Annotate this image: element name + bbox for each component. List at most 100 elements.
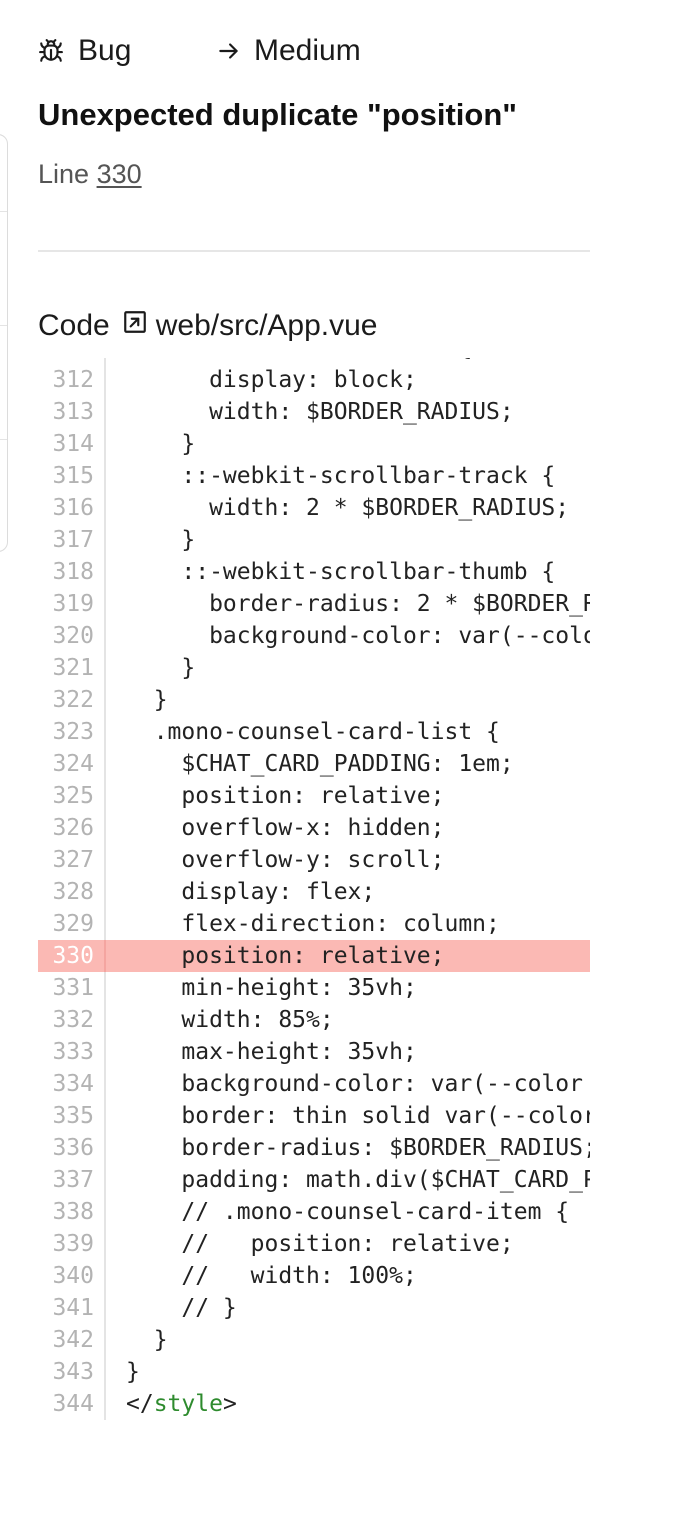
code-text: // .mono-counsel-card-item { (126, 1199, 570, 1225)
bug-icon (38, 38, 78, 64)
line-number: 340 (38, 1260, 106, 1292)
line-number: 322 (38, 684, 106, 716)
code-line: 343} (38, 1356, 590, 1388)
code-lines: 311 ::-webkit-scrollbar {312 display: bl… (38, 358, 590, 1420)
code-header: Code web/src/App.vue (38, 305, 378, 347)
code-line: 313 width: $BORDER_RADIUS; (38, 396, 590, 428)
code-line: 314 } (38, 428, 590, 460)
file-path-link[interactable]: web/src/App.vue (156, 309, 378, 343)
code-text: // } (126, 1295, 237, 1321)
code-line: 325 position: relative; (38, 780, 590, 812)
code-text: .mono-counsel-card-list { (126, 719, 500, 745)
tag-name: style (153, 1391, 223, 1417)
code-line: 329 flex-direction: column; (38, 908, 590, 940)
card-divider (0, 211, 7, 212)
line-number: 327 (38, 844, 106, 876)
line-number: 315 (38, 460, 106, 492)
card-divider (0, 439, 7, 440)
external-link-icon[interactable] (122, 309, 148, 343)
code-text: border-radius: $BORDER_RADIUS; (126, 1135, 590, 1161)
issue-severity-badge: Medium (216, 30, 361, 72)
code-line: 324 $CHAT_CARD_PADDING: 1em; (38, 748, 590, 780)
code-line: 338 // .mono-counsel-card-item { (38, 1196, 590, 1228)
code-text: background-color: var(--color (126, 1071, 583, 1097)
code-text: </style> (126, 1391, 237, 1417)
line-prefix: Line (38, 159, 90, 189)
code-text: min-height: 35vh; (126, 975, 417, 1001)
line-number-link[interactable]: 330 (97, 159, 142, 189)
issue-type-badge: Bug (38, 30, 131, 72)
line-number: 314 (38, 428, 106, 460)
code-text: } (126, 1359, 140, 1385)
line-number: 317 (38, 524, 106, 556)
code-line: 317 } (38, 524, 590, 556)
line-number: 337 (38, 1164, 106, 1196)
line-number: 342 (38, 1324, 106, 1356)
code-text: display: flex; (126, 879, 376, 905)
line-reference: Line 330 (38, 155, 142, 193)
issue-type-label: Bug (78, 34, 132, 67)
code-line: 322 } (38, 684, 590, 716)
line-number: 313 (38, 396, 106, 428)
code-line: 339 // position: relative; (38, 1228, 590, 1260)
line-number: 316 (38, 492, 106, 524)
code-line: 328 display: flex; (38, 876, 590, 908)
code-line: 323 .mono-counsel-card-list { (38, 716, 590, 748)
code-line: 337 padding: math.div($CHAT_CARD_PADDING (38, 1164, 590, 1196)
code-text: } (126, 687, 168, 713)
line-number: 318 (38, 556, 106, 588)
line-number: 320 (38, 620, 106, 652)
line-number: 334 (38, 1068, 106, 1100)
code-line: 318 ::-webkit-scrollbar-thumb { (38, 556, 590, 588)
code-viewer[interactable]: 311 ::-webkit-scrollbar {312 display: bl… (38, 358, 590, 1430)
line-number: 329 (38, 908, 106, 940)
line-number: 330 (38, 940, 106, 972)
code-label: Code (38, 309, 110, 342)
code-text: ::-webkit-scrollbar-track { (126, 463, 556, 489)
code-line: 319 border-radius: 2 * $BORDER_RADIUS; (38, 588, 590, 620)
code-text: overflow-y: scroll; (126, 847, 445, 873)
code-line: 341 // } (38, 1292, 590, 1324)
code-text: display: block; (126, 367, 417, 393)
line-number: 332 (38, 1004, 106, 1036)
issue-title: Unexpected duplicate "position" (38, 97, 517, 132)
code-text: position: relative; (126, 943, 445, 969)
line-number: 326 (38, 812, 106, 844)
code-line: 321 } (38, 652, 590, 684)
code-text: overflow-x: hidden; (126, 815, 445, 841)
line-number: 321 (38, 652, 106, 684)
line-number: 331 (38, 972, 106, 1004)
code-text: width: 85%; (126, 1007, 334, 1033)
code-text: border: thin solid var(--color (126, 1103, 590, 1129)
code-line: 331 min-height: 35vh; (38, 972, 590, 1004)
code-line: 312 display: block; (38, 364, 590, 396)
line-number: 344 (38, 1388, 106, 1420)
code-text: flex-direction: column; (126, 911, 500, 937)
code-line: 326 overflow-x: hidden; (38, 812, 590, 844)
line-number: 319 (38, 588, 106, 620)
line-number: 343 (38, 1356, 106, 1388)
line-number: 325 (38, 780, 106, 812)
line-number: 328 (38, 876, 106, 908)
code-line: 333 max-height: 35vh; (38, 1036, 590, 1068)
code-text: width: 2 * $BORDER_RADIUS; (126, 495, 570, 521)
code-text: ::-webkit-scrollbar-thumb { (126, 559, 556, 585)
code-line: 344 </style> (38, 1388, 590, 1420)
line-number: 324 (38, 748, 106, 780)
code-text: border-radius: 2 * $BORDER_RADIUS; (209, 591, 590, 617)
code-line: 340 // width: 100%; (38, 1260, 590, 1292)
code-text: padding: math.div($CHAT_CARD_PADDING (181, 1167, 590, 1193)
code-line: 342 } (38, 1324, 590, 1356)
code-line: 334 background-color: var(--color (38, 1068, 590, 1100)
line-number: 323 (38, 716, 106, 748)
line-number: 335 (38, 1100, 106, 1132)
code-text: $CHAT_CARD_PADDING: 1em; (126, 751, 514, 777)
arrow-right-icon (216, 38, 254, 64)
code-text: } (126, 527, 196, 553)
code-line: 335 border: thin solid var(--color (38, 1100, 590, 1132)
code-text: // width: 100%; (126, 1263, 417, 1289)
adjacent-card-edge (0, 134, 8, 552)
code-line: 336 border-radius: $BORDER_RADIUS; (38, 1132, 590, 1164)
line-number: 339 (38, 1228, 106, 1260)
section-divider (38, 250, 590, 252)
